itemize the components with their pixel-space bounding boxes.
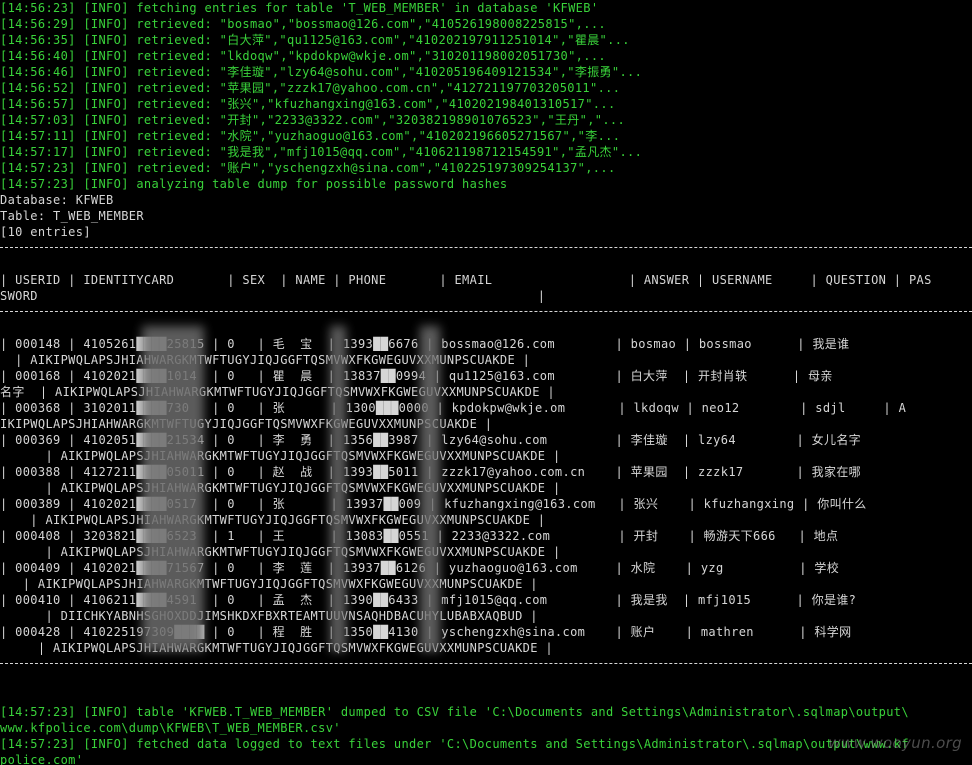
table-row-line-wrap: | AIKIPWQLAPSJHIAHWARGKMTWFTUGYJIQJGGFTQ…: [0, 513, 546, 527]
table-row: | 000389 | 4102021████0517 | 0 | 张 | 139…: [0, 496, 972, 528]
table-row-line: | 000410 | 4106211████4591 | 0 | 孟 杰 | 1…: [0, 593, 857, 607]
table-rule-gap: [0, 320, 972, 336]
table-row-line: | 000388 | 4127211████05011 | 0 | 赵 战 | …: [0, 465, 862, 479]
table-rule: [0, 656, 972, 672]
table-row: | 000409 | 4102021████71567 | 0 | 李 莲 | …: [0, 560, 972, 592]
terminal-console: [14:56:23] [INFO] fetching entries for t…: [0, 0, 972, 765]
log-line: [14:57:23] [INFO] fetched data logged to…: [0, 737, 909, 751]
table-row: | 000410 | 4106211████4591 | 0 | 孟 杰 | 1…: [0, 592, 972, 624]
log-line: [14:56:35] [INFO] retrieved: "白大萍","qu11…: [0, 33, 630, 47]
log-line: [14:56:52] [INFO] retrieved: "苹果园","zzzk…: [0, 81, 621, 95]
log-line: [14:56:23] [INFO] fetching entries for t…: [0, 1, 599, 15]
dump-table: | USERID | IDENTITYCARD | SEX | NAME | P…: [0, 240, 972, 688]
table-row: | 000408 | 3203821████6523 | 1 | 王 | 130…: [0, 528, 972, 560]
log-top: [14:56:23] [INFO] fetching entries for t…: [0, 0, 972, 192]
table-rule-gap: [0, 256, 972, 272]
table-row-line: | 000148 | 4105261████25815 | 0 | 毛 宝 | …: [0, 337, 850, 351]
entries-count: [10 entries]: [0, 225, 91, 239]
table-row: | 000428 | 410225197309████ | 0 | 程 胜 | …: [0, 624, 972, 656]
table-row-line-wrap: | AIKIPWQLAPSJHIAHWARGKMTWFTUGYJIQJGGFTQ…: [0, 353, 531, 367]
log-line: [14:57:23] [INFO] retrieved: "账户","ysche…: [0, 161, 616, 175]
log-line: [14:56:57] [INFO] retrieved: "张兴","kfuzh…: [0, 97, 616, 111]
database-label: Database: KFWEB: [0, 193, 114, 207]
log-bottom: [14:57:23] [INFO] table 'KFWEB.T_WEB_MEM…: [0, 704, 972, 765]
table-row-line-wrap: | AIKIPWQLAPSJHIAHWARGKMTWFTUGYJIQJGGFTQ…: [0, 641, 553, 655]
log-line: [14:57:23] [INFO] analyzing table dump f…: [0, 177, 508, 191]
log-line: [14:56:40] [INFO] retrieved: "lkdoqw","k…: [0, 49, 606, 63]
table-row-line-wrap: IKIPWQLAPSJHIAHWARGKMTWFTUGYJIQJGGFTQSMV…: [0, 417, 493, 431]
table-row-line-wrap: | AIKIPWQLAPSJHIAHWARGKMTWFTUGYJIQJGGFTQ…: [0, 449, 561, 463]
table-row: | 000168 | 4102021████1014 | 0 | 瞿 晨 | 1…: [0, 368, 972, 400]
table-row-line: | 000389 | 4102021████0517 | 0 | 张 | 139…: [0, 497, 867, 511]
log-line: [14:57:03] [INFO] retrieved: "开封","2233@…: [0, 113, 626, 127]
table-row-line-wrap: 名字 | AIKIPWQLAPSJHIAHWARGKMTWFTUGYJIQJGG…: [0, 385, 555, 399]
log-line: [14:56:46] [INFO] retrieved: "李佳璇","lzy6…: [0, 65, 643, 79]
table-header-row: | USERID | IDENTITYCARD | SEX | NAME | P…: [0, 273, 932, 287]
table-rule: [0, 304, 972, 320]
table-header-row-wrap: SWORD |: [0, 289, 546, 303]
table-rule-gap: [0, 672, 972, 688]
watermark-text: www.wooyun.org: [828, 734, 962, 752]
table-label: Table: T_WEB_MEMBER: [0, 209, 144, 223]
table-row: | 000388 | 4127211████05011 | 0 | 赵 战 | …: [0, 464, 972, 496]
table-row-line: | 000408 | 3203821████6523 | 1 | 王 | 130…: [0, 529, 839, 543]
table-row-line-wrap: | DIICHKYABNHSGHOXDDJIMSHKDXFBXRTEAMTUUV…: [0, 609, 538, 623]
table-row-line: | 000168 | 4102021████1014 | 0 | 瞿 晨 | 1…: [0, 369, 833, 383]
table-row-line: | 000409 | 4102021████71567 | 0 | 李 莲 | …: [0, 561, 840, 575]
table-row-line: | 000369 | 4102051████21534 | 0 | 李 勇 | …: [0, 433, 862, 447]
log-line: police.com': [0, 753, 84, 765]
table-row-line-wrap: | AIKIPWQLAPSJHIAHWARGKMTWFTUGYJIQJGGFTQ…: [0, 481, 561, 495]
log-line: www.kfpolice.com\dump\KFWEB\T_WEB_MEMBER…: [0, 721, 341, 735]
table-row: | 000369 | 4102051████21534 | 0 | 李 勇 | …: [0, 432, 972, 464]
log-line: [14:56:29] [INFO] retrieved: "bosmao","b…: [0, 17, 606, 31]
table-row-line-wrap: | AIKIPWQLAPSJHIAHWARGKMTWFTUGYJIQJGGFTQ…: [0, 545, 561, 559]
log-line: [14:57:11] [INFO] retrieved: "水院","yuzha…: [0, 129, 621, 143]
table-row-line: | 000368 | 3102011████730 | 0 | 张 | 1300…: [0, 401, 907, 415]
table-row-line-wrap: | AIKIPWQLAPSJHIAHWARGKMTWFTUGYJIQJGGFTQ…: [0, 577, 538, 591]
table-row-line: | 000428 | 410225197309████ | 0 | 程 胜 | …: [0, 625, 852, 639]
table-row: | 000148 | 4105261████25815 | 0 | 毛 宝 | …: [0, 336, 972, 368]
log-line: [14:57:17] [INFO] retrieved: "我是我","mfj1…: [0, 145, 643, 159]
table-row: | 000368 | 3102011████730 | 0 | 张 | 1300…: [0, 400, 972, 432]
table-rule: [0, 240, 972, 256]
log-line: [14:57:23] [INFO] table 'KFWEB.T_WEB_MEM…: [0, 705, 909, 719]
